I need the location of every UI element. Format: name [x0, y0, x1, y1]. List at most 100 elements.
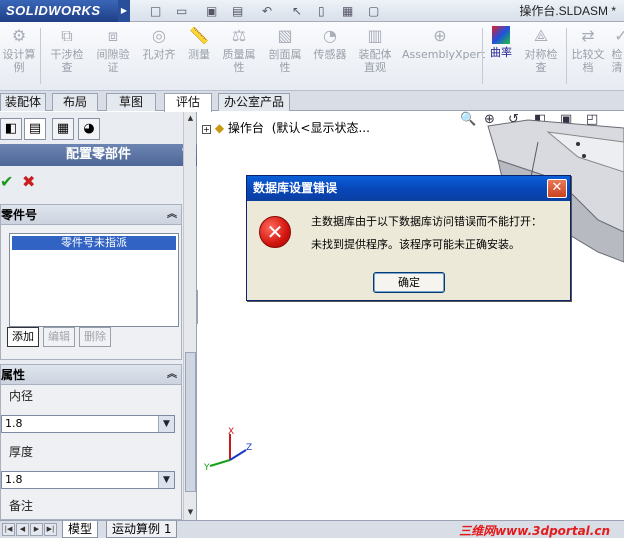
vertical-scrollbar[interactable]: ▲ ▼ — [183, 112, 196, 520]
file-properties-icon[interactable]: ▦ — [342, 3, 353, 19]
sensor-tool[interactable]: ◔ 传感器 — [310, 26, 350, 61]
section-properties-tool[interactable]: ▧ 剖面属 性 — [264, 26, 306, 74]
part-number-list[interactable]: 零件号未指派 — [9, 233, 179, 327]
error-message-line2: 未找到提供程序。该程序可能未正确安装。 — [311, 238, 520, 251]
rebuild-icon[interactable]: ▯ — [318, 3, 325, 19]
dialog-title-bar[interactable]: 数据库设置错误 ✕ — [247, 176, 570, 201]
tab-office-products[interactable]: 办公室产品 — [218, 93, 290, 111]
section-properties-icon: ▧ — [277, 26, 293, 45]
command-tabs: 装配体 布局 草图 评估 办公室产品 — [0, 91, 624, 112]
tab-assembly[interactable]: 装配体 — [0, 93, 46, 111]
hole-alignment-tool[interactable]: ◎ 孔对齐 — [138, 26, 180, 61]
check-tool[interactable]: ✓ 检 清 — [610, 26, 624, 74]
tab-evaluate[interactable]: 评估 — [164, 93, 212, 112]
chevron-down-icon[interactable]: ▼ — [158, 472, 174, 488]
collapse-icon[interactable]: ︽ — [167, 365, 177, 385]
svg-text:X: X — [228, 427, 234, 437]
scroll-up-icon[interactable]: ▲ — [185, 112, 196, 124]
scroll-down-icon[interactable]: ▼ — [185, 506, 196, 518]
interference-check-tool[interactable]: ⧉ 干涉检 查 — [44, 26, 90, 74]
chevron-down-icon[interactable]: ▼ — [158, 416, 174, 432]
previous-tab-icon[interactable]: ◀ — [16, 523, 29, 536]
assemblyxpert-tool[interactable]: ⊕ AssemblyXpert — [402, 26, 485, 61]
dialog-title: 数据库设置错误 — [253, 181, 338, 195]
tool-label: 传感器 — [313, 48, 347, 61]
undo-icon[interactable]: ↶ — [262, 3, 272, 19]
part-number-group-header[interactable]: 零件号 ︽ — [1, 205, 181, 225]
collapse-icon[interactable]: ︽ — [167, 205, 177, 225]
configuration-manager-tab-icon[interactable]: ▦ — [52, 118, 74, 140]
properties-title: 属性 — [1, 368, 26, 382]
menu-expand-icon[interactable]: ▶ — [118, 0, 130, 22]
tool-label: 设计算 例 — [2, 48, 36, 74]
cancel-button[interactable]: ✖ — [22, 172, 35, 191]
inner-diameter-select[interactable]: 1.8 ▼ — [1, 415, 175, 433]
properties-group-header[interactable]: 属性 ︽ — [1, 365, 181, 385]
print-icon[interactable]: ▤ — [232, 3, 243, 19]
assembly-visualization-tool[interactable]: ▥ 装配体 直观 — [354, 26, 396, 74]
tab-motion-study[interactable]: 运动算例 1 — [106, 521, 178, 538]
ok-button[interactable]: 确定 — [373, 272, 445, 293]
inner-diameter-value: 1.8 — [5, 417, 23, 430]
svg-text:Z: Z — [246, 443, 252, 453]
tab-layout[interactable]: 布局 — [52, 93, 98, 111]
mass-properties-tool[interactable]: ⚖ 质量属 性 — [218, 26, 260, 74]
add-button[interactable]: 添加 — [7, 327, 39, 347]
last-tab-icon[interactable]: ▶| — [44, 523, 57, 536]
tool-label: 质量属 性 — [222, 48, 256, 74]
database-error-dialog: 数据库设置错误 ✕ ✕ 主数据库由于以下数据库访问错误而不能打开： 未找到提供程… — [246, 175, 571, 301]
new-document-icon[interactable]: □ — [150, 3, 161, 19]
error-icon: ✕ — [259, 216, 291, 248]
bottom-tab-bar: |◀ ◀ ▶ ▶| 模型 运动算例 1 三维网www.3dportal.cn — [0, 520, 624, 538]
property-manager-tab-icon[interactable]: ▤ — [24, 118, 46, 140]
tab-sketch[interactable]: 草图 — [106, 93, 156, 111]
close-button[interactable]: ✕ — [547, 179, 567, 198]
edit-button[interactable]: 编辑 — [43, 327, 75, 347]
assembly-visualization-icon: ▥ — [367, 26, 383, 45]
curvature-tool[interactable]: 曲率 — [486, 26, 516, 59]
sensor-icon: ◔ — [323, 26, 337, 45]
manager-tabs: ◧ ▤ ▦ ◕ — [0, 118, 197, 140]
watermark-text: 三维网www.3dportal.cn — [459, 524, 610, 538]
tab-model[interactable]: 模型 — [62, 521, 99, 538]
inner-diameter-label: 内径 — [9, 389, 34, 403]
select-icon[interactable]: ↖ — [292, 3, 302, 19]
scrollbar-thumb[interactable] — [185, 352, 196, 492]
measure-tool[interactable]: 📏 测量 — [182, 26, 216, 61]
curvature-icon — [492, 26, 510, 44]
options-icon[interactable]: ▢ — [368, 3, 379, 19]
feature-manager-tab-icon[interactable]: ◧ — [0, 118, 22, 140]
tool-label: 剖面属 性 — [268, 48, 302, 74]
symmetry-check-tool[interactable]: ⟁ 对称检 查 — [520, 26, 562, 74]
tool-label: 曲率 — [490, 46, 512, 59]
tool-label: 检 清 — [611, 48, 623, 74]
coordinate-triad: X Y Z — [203, 427, 252, 472]
command-manager: ⚙ 设计算 例 ⧉ 干涉检 查 ⧈ 间隙验 证 ◎ 孔对齐 📏 测量 ⚖ 质量属… — [0, 22, 624, 91]
tool-label: 干涉检 查 — [50, 48, 84, 74]
compare-documents-icon: ⇄ — [581, 26, 595, 45]
delete-button[interactable]: 删除 — [79, 327, 111, 347]
list-item[interactable]: 零件号未指派 — [12, 236, 176, 250]
save-icon[interactable]: ▣ — [206, 3, 217, 19]
display-manager-tab-icon[interactable]: ◕ — [78, 118, 100, 140]
open-document-icon[interactable]: ▭ — [176, 3, 187, 19]
first-tab-icon[interactable]: |◀ — [2, 523, 15, 536]
ok-button[interactable]: ✔ — [0, 172, 13, 191]
thickness-value: 1.8 — [5, 473, 23, 486]
svg-text:Y: Y — [203, 463, 210, 472]
thickness-label: 厚度 — [9, 445, 34, 459]
next-tab-icon[interactable]: ▶ — [30, 523, 43, 536]
note-label: 备注 — [9, 499, 34, 513]
error-message-line1: 主数据库由于以下数据库访问错误而不能打开： — [311, 215, 542, 228]
hole-alignment-icon: ◎ — [152, 26, 166, 45]
solidworks-logo[interactable]: SOLIDWORKS — [0, 0, 118, 22]
tool-label: 间隙验 证 — [96, 48, 130, 74]
tool-label: 对称检 查 — [524, 48, 558, 74]
thickness-select[interactable]: 1.8 ▼ — [1, 471, 175, 489]
compare-documents-tool[interactable]: ⇄ 比较文 档 — [568, 26, 608, 74]
part-number-group: 零件号 ︽ 零件号未指派 添加 编辑 删除 — [0, 204, 182, 360]
check-icon: ✓ — [614, 26, 624, 45]
design-study-tool[interactable]: ⚙ 设计算 例 — [0, 26, 38, 74]
clearance-verification-tool[interactable]: ⧈ 间隙验 证 — [90, 26, 136, 74]
graphics-area[interactable]: + ◆ 操作台 (默认<显示状态... 🔍 ⊕ ↺ ◧ ▣ ◰ X Y Z — [198, 112, 624, 520]
